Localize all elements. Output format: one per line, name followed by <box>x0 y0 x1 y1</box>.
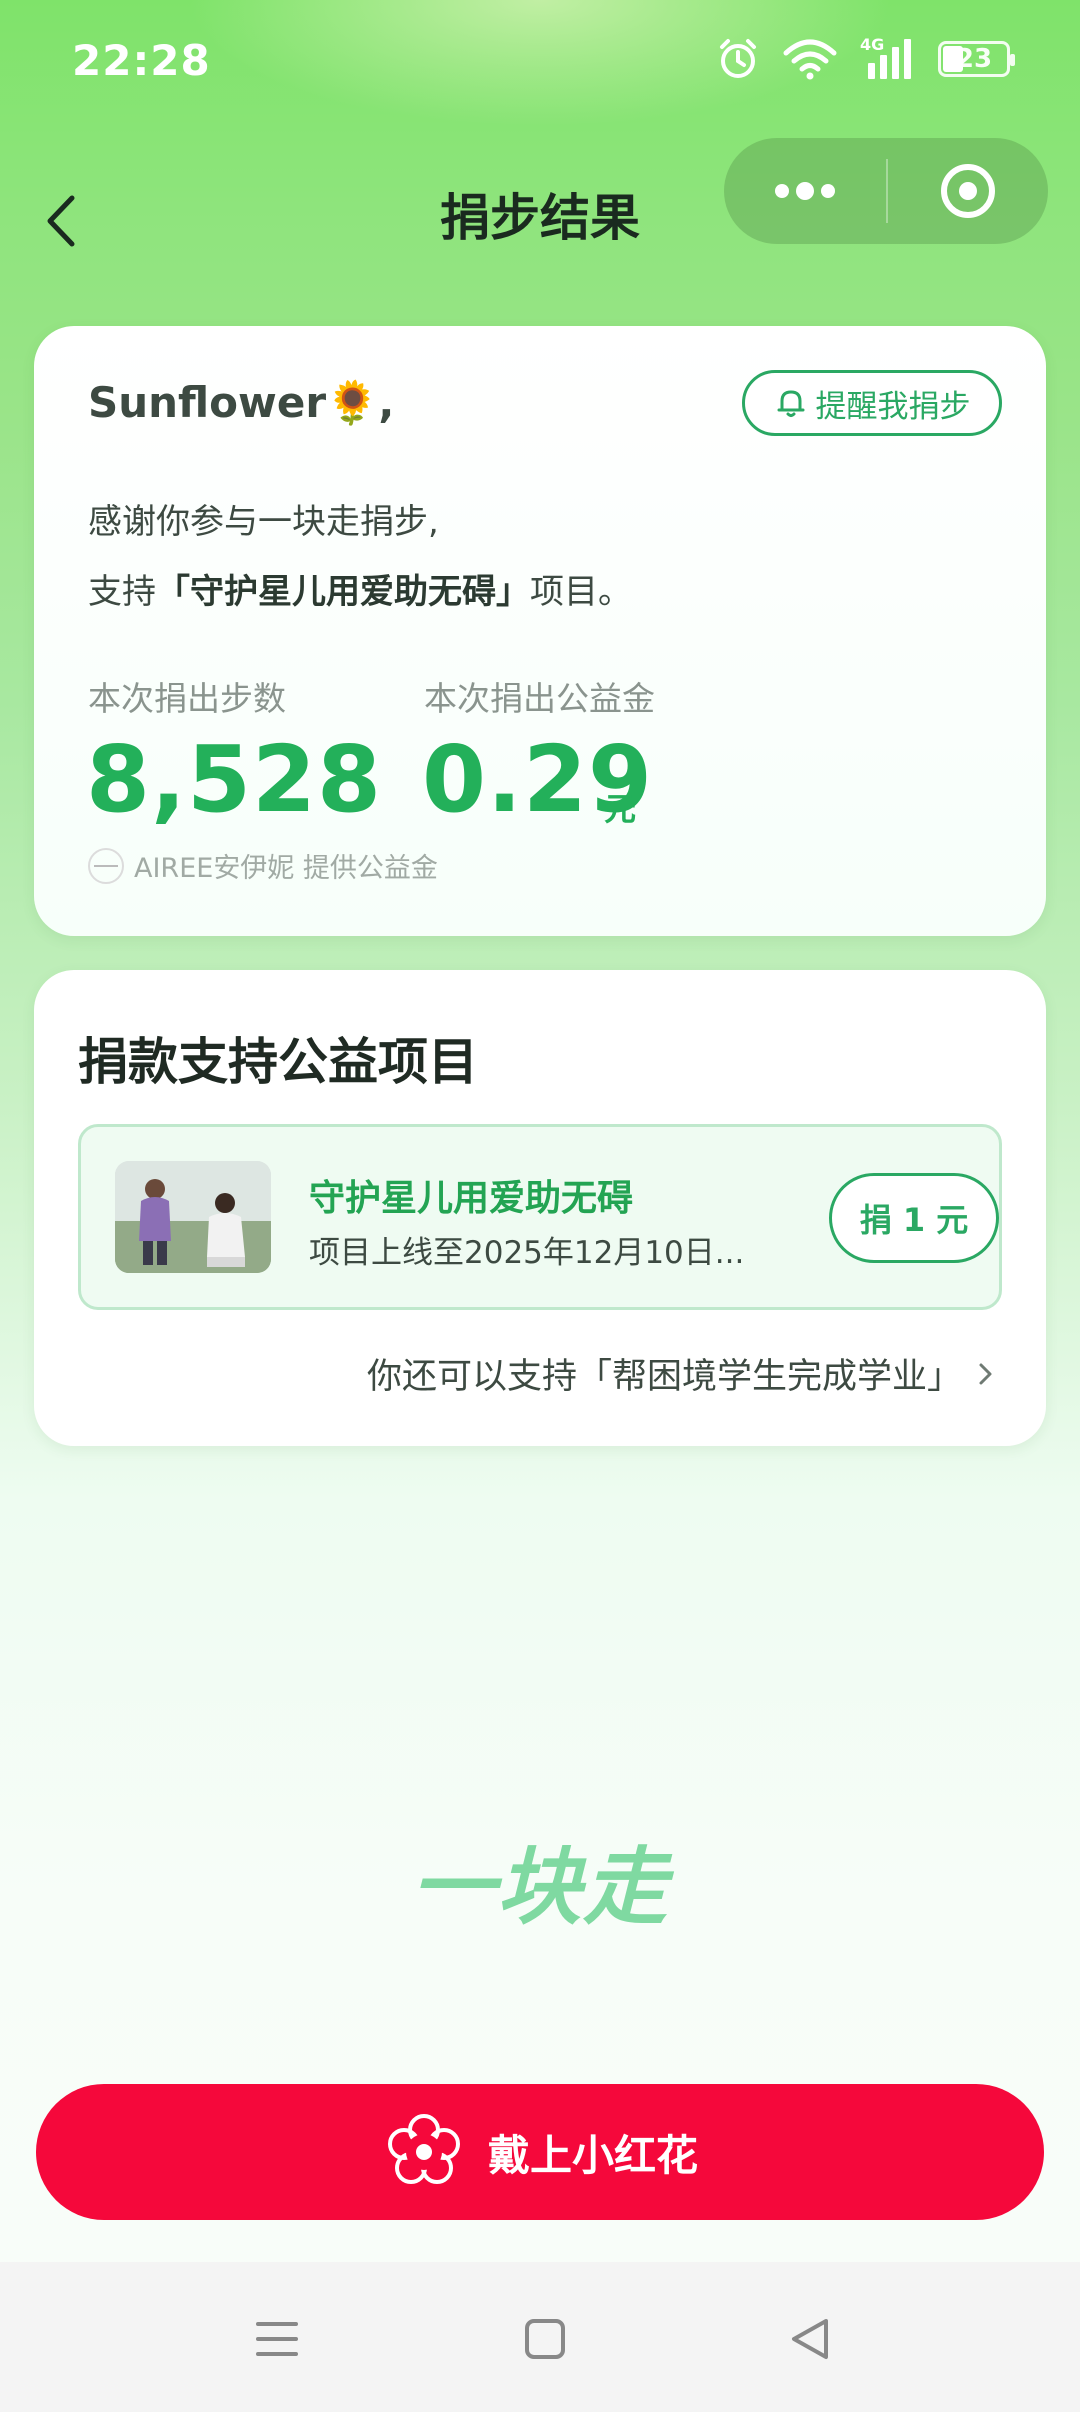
steps-value: 8,528 <box>86 726 383 833</box>
support-suffix: 项目。 <box>530 572 632 612</box>
thanks-text: 感谢你参与一块走捐步, <box>88 502 439 542</box>
more-dots-icon <box>775 182 835 200</box>
support-prefix: 支持 <box>88 572 156 612</box>
wear-red-flower-label: 戴上小红花 <box>487 2130 698 2180</box>
chevron-right-icon <box>979 1363 992 1384</box>
project-name: 守护星儿用爱助无碍 <box>309 1178 634 1219</box>
flower-icon <box>387 2114 460 2184</box>
wear-red-flower-button[interactable]: 戴上小红花 <box>36 2084 1044 2220</box>
project-description: 项目上线至2025年12月10日... <box>309 1235 745 1271</box>
target-circle-icon <box>941 164 995 218</box>
supported-project-name: 「守护星儿用爱助无碍」 <box>156 572 530 612</box>
bell-icon <box>777 390 804 417</box>
status-time: 22:28 <box>72 36 211 85</box>
money-label: 本次捐出公益金 <box>424 679 655 718</box>
remind-me-button[interactable]: 提醒我捐步 <box>742 370 1002 436</box>
home-button[interactable] <box>510 2304 580 2374</box>
support-text: 支持「守护星儿用爱助无碍」项目。 <box>88 564 632 613</box>
donation-result-card: Sunflower🌻, 提醒我捐步 感谢你参与一块走捐步, 支持「守护星儿用爱助… <box>34 326 1046 936</box>
alarm-icon <box>720 39 756 78</box>
battery-level: 23 <box>955 44 993 74</box>
system-navigation-bar <box>0 2262 1080 2412</box>
triangle-back-icon <box>792 2319 828 2359</box>
money-unit: 元 <box>604 790 637 828</box>
signal-icon: 4G <box>860 35 916 81</box>
system-back-button[interactable] <box>776 2304 846 2374</box>
battery-icon: 23 <box>938 41 1015 77</box>
project-card-title: 捐款支持公益项目 <box>78 1033 478 1091</box>
project-support-card: 捐款支持公益项目 守护星儿用爱助无碍 项目上线至2025年12月10日... 捐… <box>34 970 1046 1446</box>
other-project-text: 你还可以支持「帮困境学生完成学业」 <box>366 1357 962 1397</box>
menu-button[interactable] <box>242 2304 312 2374</box>
steps-label: 本次捐出步数 <box>88 679 286 718</box>
home-square-icon <box>525 2319 565 2359</box>
miniapp-capsule <box>724 138 1048 244</box>
wifi-icon <box>783 39 837 80</box>
sponsor-logo <box>88 847 124 884</box>
sponsor-line: AIREE安伊妮 提供公益金 <box>88 846 438 885</box>
brand-logo-text: 一块走 <box>410 1838 669 1936</box>
menu-icon <box>256 2322 298 2356</box>
more-button[interactable] <box>724 138 886 244</box>
other-project-link[interactable]: 你还可以支持「帮困境学生完成学业」 <box>367 1348 996 1399</box>
donate-one-yuan-button[interactable]: 捐 1 元 <box>829 1173 999 1263</box>
project-thumbnail <box>115 1161 271 1273</box>
close-miniapp-button[interactable] <box>888 138 1048 244</box>
project-item[interactable]: 守护星儿用爱助无碍 项目上线至2025年12月10日... 捐 1 元 <box>78 1124 1002 1310</box>
remind-me-label: 提醒我捐步 <box>815 388 971 425</box>
greeting: Sunflower🌻, <box>88 378 395 427</box>
sponsor-text: AIREE安伊妮 提供公益金 <box>134 853 438 884</box>
status-icons: 4G 23 <box>716 34 1015 84</box>
